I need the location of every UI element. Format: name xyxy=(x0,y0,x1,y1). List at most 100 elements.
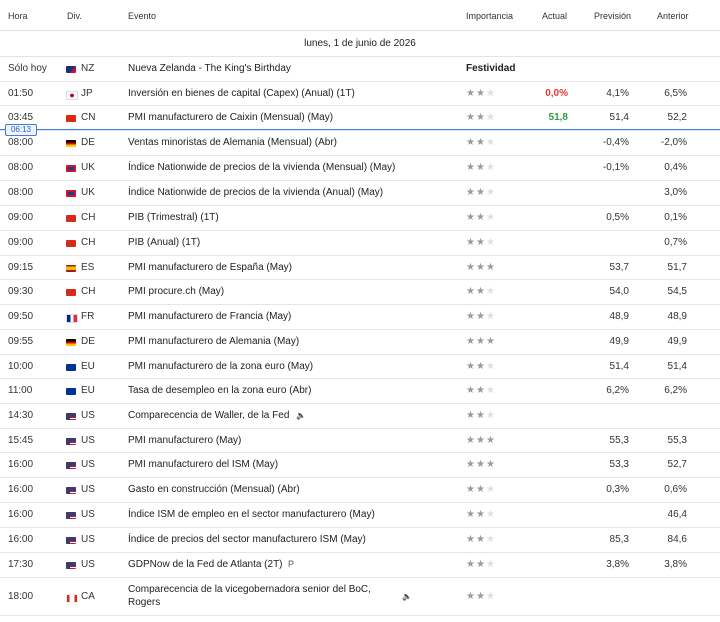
event-name[interactable]: GDPNow de la Fed de Atlanta (2T) xyxy=(128,559,283,570)
importance-stars: ★★★ xyxy=(466,262,496,273)
star-icon: ★ xyxy=(485,162,496,173)
currency-code: CN xyxy=(81,112,96,123)
currency-code: US xyxy=(81,459,95,470)
currency-code: EU xyxy=(81,361,95,372)
event-row[interactable]: 08:00 UK Índice Nationwide de precios de l… xyxy=(0,181,720,206)
event-row[interactable]: 09:55 DE PMI manufacturero de Alemania (Ma… xyxy=(0,330,720,355)
event-name[interactable]: PMI procure.ch (May) xyxy=(128,286,224,297)
star-icon: ★ xyxy=(485,484,496,495)
event-name[interactable]: PMI manufacturero de Alemania (May) xyxy=(128,336,299,347)
event-row[interactable]: 09:30 CH PMI procure.ch (May) ★★★ 54,0 54,5 xyxy=(0,280,720,305)
event-time: 14:30 xyxy=(8,410,34,421)
importance-stars: ★★★ xyxy=(466,385,496,396)
forecast-value: 0,5% xyxy=(606,212,629,223)
star-icon: ★ xyxy=(475,559,486,570)
event-name[interactable]: Ventas minoristas de Alemania (Mensual) … xyxy=(128,137,337,148)
star-icon: ★ xyxy=(475,262,486,273)
event-time: Sólo hoy xyxy=(8,63,47,74)
currency-code: EU xyxy=(81,385,95,396)
event-name[interactable]: Índice de precios del sector manufacture… xyxy=(128,534,366,545)
event-row[interactable]: 17:30 US GDPNow de la Fed de Atlanta (2T) P… xyxy=(0,553,720,578)
event-row[interactable]: 15:45 US PMI manufacturero (May) ★★★ 55,3 55,… xyxy=(0,429,720,453)
importance-stars: ★★★ xyxy=(466,162,496,173)
event-name[interactable]: PMI manufacturero del ISM (May) xyxy=(128,459,278,470)
forecast-value: 51,4 xyxy=(609,361,629,372)
forecast-value: 0,3% xyxy=(606,484,629,495)
star-icon: ★ xyxy=(485,88,496,99)
star-icon: ★ xyxy=(485,112,496,123)
star-icon: ★ xyxy=(466,361,476,372)
event-row[interactable]: 09:00 CH PIB (Trimestral) (1T) ★★★ 0,5% 0,1% xyxy=(0,206,720,231)
star-icon: ★ xyxy=(485,237,496,248)
event-name[interactable]: PMI manufacturero de la zona euro (May) xyxy=(128,361,313,372)
event-row[interactable]: 11:00 EU Tasa de desempleo en la zona euro… xyxy=(0,379,720,404)
event-time: 09:00 xyxy=(8,212,34,223)
event-name[interactable]: Nueva Zelanda - The King's Birthday xyxy=(128,63,291,74)
event-row[interactable]: 16:00 US PMI manufacturero del ISM (May) ★★… xyxy=(0,453,720,478)
previous-value: 0,4% xyxy=(664,162,687,173)
event-name[interactable]: Tasa de desempleo en la zona euro (Abr) xyxy=(128,385,311,396)
previous-value: -2,0% xyxy=(660,137,687,148)
event-time: 09:50 xyxy=(8,311,34,322)
col-actual: Actual xyxy=(542,11,568,21)
event-name[interactable]: PMI manufacturero (May) xyxy=(128,435,241,446)
event-name[interactable]: Gasto en construcción (Mensual) (Abr) xyxy=(128,484,300,495)
currency-code: ES xyxy=(81,262,95,273)
event-name[interactable]: Inversión en bienes de capital (Capex) (… xyxy=(128,88,355,99)
event-name[interactable]: Índice Nationwide de precios de la vivie… xyxy=(128,162,395,173)
star-icon: ★ xyxy=(475,435,486,446)
forecast-value: 53,7 xyxy=(609,262,629,273)
flag-ca-icon xyxy=(66,594,78,603)
importance-stars: ★★★ xyxy=(466,591,496,602)
star-icon: ★ xyxy=(466,385,476,396)
event-row[interactable]: 08:00 UK Índice Nationwide de precios de l… xyxy=(0,156,720,181)
star-icon: ★ xyxy=(466,410,476,421)
event-row[interactable]: 09:00 CH PIB (Anual) (1T) ★★★ 0,7% xyxy=(0,231,720,256)
forecast-value: -0,1% xyxy=(602,162,629,173)
event-row[interactable]: 16:00 US Índice de precios del sector manu… xyxy=(0,528,720,553)
col-importancia: Importancia xyxy=(466,11,514,21)
event-name[interactable]: Comparecencia de la vicegobernadora seni… xyxy=(128,583,371,609)
event-name[interactable]: Índice ISM de empleo en el sector manufa… xyxy=(128,509,375,520)
event-row[interactable]: 01:50 JP Inversión en bienes de capital (C… xyxy=(0,82,720,106)
importance-stars: ★★★ xyxy=(466,137,496,148)
speaker-icon: 🔈 xyxy=(402,592,412,601)
event-name[interactable]: PMI manufacturero de Francia (May) xyxy=(128,311,291,322)
col-divisa: Div. xyxy=(67,11,82,21)
previous-value: 52,7 xyxy=(667,459,687,470)
event-row[interactable]: 16:00 US Gasto en construcción (Mensual) (… xyxy=(0,478,720,503)
event-name[interactable]: Índice Nationwide de precios de la vivie… xyxy=(128,187,383,198)
currency-code: US xyxy=(81,410,95,421)
event-time: 16:00 xyxy=(8,459,34,470)
flag-us-icon xyxy=(66,438,76,445)
event-row[interactable]: 03:45 CN PMI manufacturero de Caixin (Mens… xyxy=(0,106,720,131)
event-time: 08:00 xyxy=(8,162,34,173)
event-row[interactable]: 09:50 FR PMI manufacturero de Francia (May… xyxy=(0,305,720,330)
event-row[interactable]: 14:30 US Comparecencia de Waller, de la Fe… xyxy=(0,404,720,429)
event-row[interactable]: 08:00 DE Ventas minoristas de Alemania (Me… xyxy=(0,131,720,156)
event-name[interactable]: PMI manufacturero de Caixin (Mensual) (M… xyxy=(128,112,333,123)
event-name[interactable]: PIB (Anual) (1T) xyxy=(128,237,200,248)
flag-us-icon xyxy=(66,562,76,569)
star-icon: ★ xyxy=(466,435,476,446)
currency-code: FR xyxy=(81,311,95,322)
star-icon: ★ xyxy=(485,435,496,446)
star-icon: ★ xyxy=(485,311,496,322)
event-row[interactable]: 18:00 CA Comparecencia de la vicegobernado… xyxy=(0,578,720,616)
event-row[interactable]: 09:15 ES PMI manufacturero de España (May)… xyxy=(0,256,720,280)
currency-code: DE xyxy=(81,336,95,347)
event-row[interactable]: 16:00 US Índice ISM de empleo en el sector… xyxy=(0,503,720,528)
event-row[interactable]: Sólo hoy NZ Nueva Zelanda - The King's Bir… xyxy=(0,57,720,82)
event-name[interactable]: PIB (Trimestral) (1T) xyxy=(128,212,219,223)
star-icon: ★ xyxy=(475,591,486,602)
event-name[interactable]: PMI manufacturero de España (May) xyxy=(128,262,292,273)
star-icon: ★ xyxy=(466,311,476,322)
event-time: 18:00 xyxy=(8,591,34,602)
event-name[interactable]: Comparecencia de Waller, de la Fed xyxy=(128,410,289,421)
star-icon: ★ xyxy=(475,361,486,372)
star-icon: ★ xyxy=(466,162,476,173)
previous-value: 48,9 xyxy=(667,311,687,322)
event-row[interactable]: 10:00 EU PMI manufacturero de la zona euro… xyxy=(0,355,720,379)
col-evento: Evento xyxy=(128,11,157,21)
event-time: 03:45 xyxy=(8,112,34,123)
